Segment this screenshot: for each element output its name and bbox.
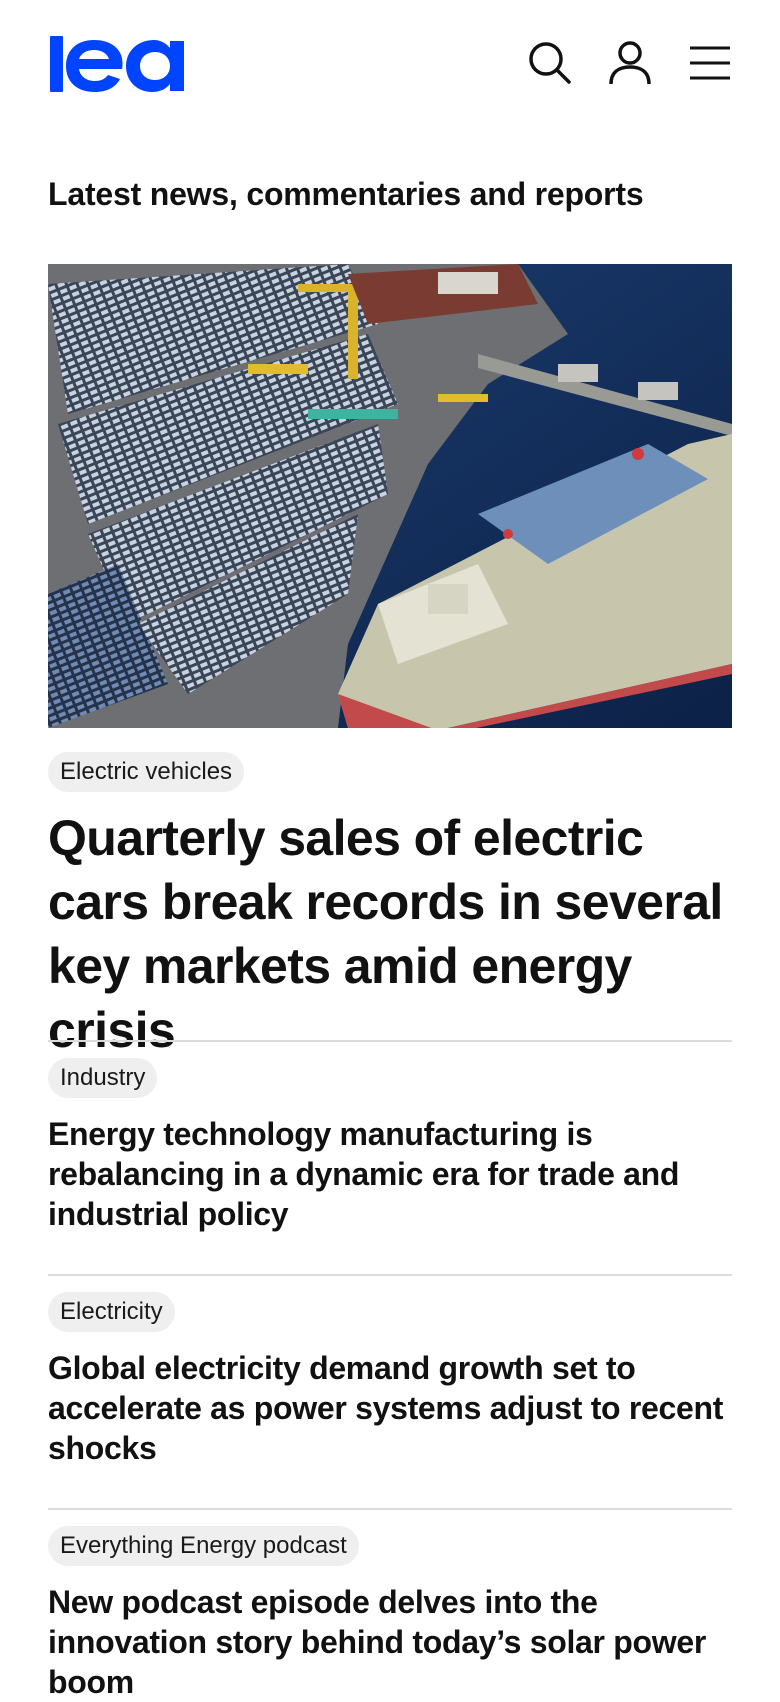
site-header bbox=[0, 0, 780, 130]
story-headline-podcast[interactable]: New podcast episode delves into the inno… bbox=[48, 1582, 728, 1702]
menu-icon[interactable] bbox=[687, 40, 733, 86]
tag-electricity[interactable]: Electricity bbox=[48, 1292, 175, 1332]
story-headline-industry[interactable]: Energy technology manufacturing is rebal… bbox=[48, 1114, 728, 1234]
iea-logo-mark bbox=[50, 36, 184, 92]
story-headline-electricity[interactable]: Global electricity demand growth set to … bbox=[48, 1348, 728, 1468]
divider bbox=[48, 1508, 732, 1510]
section-title: Latest news, commentaries and reports bbox=[48, 176, 644, 212]
tag-electric-vehicles[interactable]: Electric vehicles bbox=[48, 752, 245, 792]
tag-everything-energy-podcast[interactable]: Everything Energy podcast bbox=[48, 1526, 359, 1566]
divider bbox=[48, 1040, 732, 1042]
divider bbox=[48, 1274, 732, 1276]
user-icon[interactable] bbox=[607, 40, 653, 86]
tag-industry[interactable]: Industry bbox=[48, 1058, 158, 1098]
featured-headline[interactable]: Quarterly sales of electric cars break r… bbox=[48, 806, 738, 1062]
search-icon[interactable] bbox=[527, 40, 573, 86]
aerial-port-cars-ship-image[interactable] bbox=[48, 264, 732, 728]
iea-logo[interactable] bbox=[50, 36, 186, 92]
